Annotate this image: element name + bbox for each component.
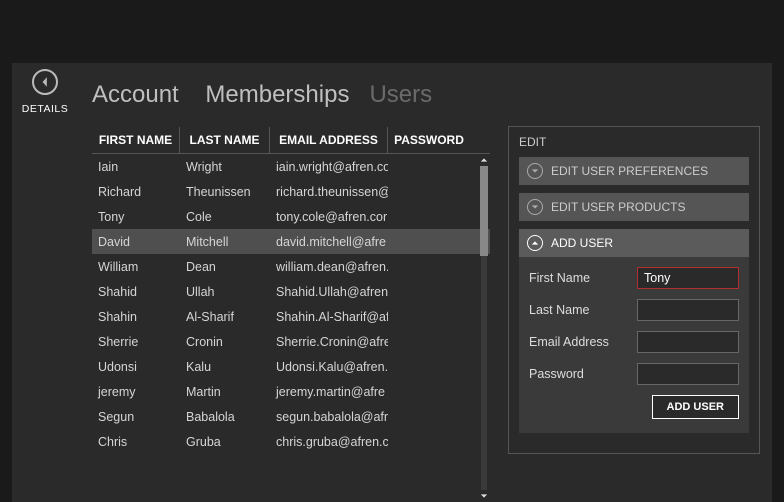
chevron-left-icon bbox=[39, 76, 51, 88]
panel-title: EDIT bbox=[509, 127, 759, 157]
section-edit-products[interactable]: EDIT USER PRODUCTS bbox=[519, 193, 749, 221]
email-field[interactable] bbox=[637, 331, 739, 353]
cell-last: Al-Sharif bbox=[180, 310, 270, 324]
scroll-up-icon[interactable] bbox=[478, 154, 490, 166]
cell-last: Gruba bbox=[180, 435, 270, 449]
cell-first: Udonsi bbox=[92, 360, 180, 374]
cell-first: David bbox=[92, 235, 180, 249]
edit-panel: EDIT EDIT USER PREFERENCES EDIT USER PRO… bbox=[508, 126, 760, 454]
table-row[interactable]: DavidMitchelldavid.mitchell@afre bbox=[92, 229, 490, 254]
col-email[interactable]: EMAIL ADDRESS bbox=[270, 127, 388, 153]
add-user-form: First Name Last Name Email Address bbox=[519, 257, 749, 433]
cell-email: Udonsi.Kalu@afren.o bbox=[270, 360, 388, 374]
cell-last: Babalola bbox=[180, 410, 270, 424]
cell-last: Wright bbox=[180, 160, 270, 174]
chevron-up-icon bbox=[527, 235, 543, 251]
breadcrumb-users: Users bbox=[369, 81, 432, 108]
col-first-name[interactable]: FIRST NAME bbox=[92, 127, 180, 153]
section-label: ADD USER bbox=[551, 236, 613, 250]
table-row[interactable]: UdonsiKaluUdonsi.Kalu@afren.o bbox=[92, 354, 490, 379]
cell-first: Shahin bbox=[92, 310, 180, 324]
cell-email: segun.babalola@afr bbox=[270, 410, 388, 424]
cell-first: William bbox=[92, 260, 180, 274]
cell-email: jeremy.martin@afre bbox=[270, 385, 388, 399]
table-scrollbar[interactable] bbox=[478, 154, 490, 502]
section-label: EDIT USER PREFERENCES bbox=[551, 164, 708, 178]
cell-email: Shahin.Al-Sharif@af bbox=[270, 310, 388, 324]
cell-email: david.mitchell@afre bbox=[270, 235, 388, 249]
cell-email: tony.cole@afren.cor bbox=[270, 210, 388, 224]
table-row[interactable]: TonyColetony.cole@afren.cor bbox=[92, 204, 490, 229]
cell-email: Shahid.Ullah@afren. bbox=[270, 285, 388, 299]
cell-first: Iain bbox=[92, 160, 180, 174]
cell-last: Cole bbox=[180, 210, 270, 224]
password-field[interactable] bbox=[637, 363, 739, 385]
table-row[interactable]: RichardTheunissenrichard.theunissen@ bbox=[92, 179, 490, 204]
table-row[interactable]: jeremyMartinjeremy.martin@afre bbox=[92, 379, 490, 404]
label-last-name: Last Name bbox=[529, 303, 629, 317]
cell-last: Dean bbox=[180, 260, 270, 274]
section-add-user[interactable]: ADD USER bbox=[519, 229, 749, 257]
col-password[interactable]: PASSWORD bbox=[388, 127, 470, 153]
cell-last: Ullah bbox=[180, 285, 270, 299]
label-email: Email Address bbox=[529, 335, 629, 349]
last-name-field[interactable] bbox=[637, 299, 739, 321]
section-label: EDIT USER PRODUCTS bbox=[551, 200, 685, 214]
cell-first: Richard bbox=[92, 185, 180, 199]
section-edit-preferences[interactable]: EDIT USER PREFERENCES bbox=[519, 157, 749, 185]
table-row[interactable]: ChrisGrubachris.gruba@afren.c bbox=[92, 429, 490, 454]
table-row[interactable]: ShahidUllahShahid.Ullah@afren. bbox=[92, 279, 490, 304]
table-row[interactable]: WilliamDeanwilliam.dean@afren. bbox=[92, 254, 490, 279]
cell-last: Mitchell bbox=[180, 235, 270, 249]
table-row[interactable]: ShahinAl-SharifShahin.Al-Sharif@af bbox=[92, 304, 490, 329]
cell-first: Sherrie bbox=[92, 335, 180, 349]
cell-last: Cronin bbox=[180, 335, 270, 349]
cell-email: richard.theunissen@ bbox=[270, 185, 388, 199]
cell-first: jeremy bbox=[92, 385, 180, 399]
label-password: Password bbox=[529, 367, 629, 381]
cell-last: Kalu bbox=[180, 360, 270, 374]
cell-email: Sherrie.Cronin@afre bbox=[270, 335, 388, 349]
breadcrumb: Account Memberships Users bbox=[92, 81, 764, 109]
users-table: FIRST NAME LAST NAME EMAIL ADDRESS PASSW… bbox=[92, 127, 490, 502]
cell-last: Martin bbox=[180, 385, 270, 399]
add-user-button[interactable]: ADD USER bbox=[652, 395, 739, 419]
label-first-name: First Name bbox=[529, 271, 629, 285]
scroll-down-icon[interactable] bbox=[478, 490, 490, 502]
chevron-down-icon bbox=[527, 163, 543, 179]
table-row[interactable]: SegunBabalolasegun.babalola@afr bbox=[92, 404, 490, 429]
breadcrumb-memberships[interactable]: Memberships bbox=[205, 81, 349, 108]
sidebar-tab-details[interactable]: DETAILS bbox=[12, 103, 78, 115]
cell-email: william.dean@afren. bbox=[270, 260, 388, 274]
cell-first: Segun bbox=[92, 410, 180, 424]
cell-first: Shahid bbox=[92, 285, 180, 299]
first-name-field[interactable] bbox=[637, 267, 739, 289]
back-button[interactable] bbox=[32, 69, 58, 95]
chevron-down-icon bbox=[527, 199, 543, 215]
table-row[interactable]: IainWrightiain.wright@afren.co bbox=[92, 154, 490, 179]
cell-first: Tony bbox=[92, 210, 180, 224]
cell-last: Theunissen bbox=[180, 185, 270, 199]
breadcrumb-account[interactable]: Account bbox=[92, 81, 179, 108]
cell-email: iain.wright@afren.co bbox=[270, 160, 388, 174]
col-last-name[interactable]: LAST NAME bbox=[180, 127, 270, 153]
table-row[interactable]: SherrieCroninSherrie.Cronin@afre bbox=[92, 329, 490, 354]
cell-email: chris.gruba@afren.c bbox=[270, 435, 388, 449]
cell-first: Chris bbox=[92, 435, 180, 449]
scroll-thumb[interactable] bbox=[480, 166, 488, 256]
